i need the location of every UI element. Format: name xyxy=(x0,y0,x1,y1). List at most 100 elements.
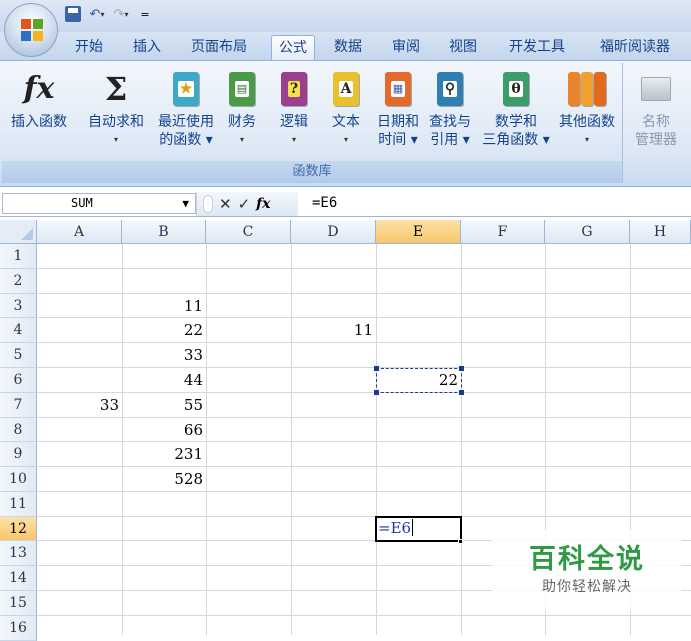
row-header-13[interactable]: 13 xyxy=(0,541,37,566)
lookup-reference-book-icon: ⚲ xyxy=(437,72,463,106)
text-button[interactable]: A 文本 ▾ xyxy=(326,65,366,149)
save-icon[interactable] xyxy=(64,5,82,23)
financial-button[interactable]: ▤ 财务 ▾ xyxy=(222,65,262,149)
function-library-group: fx 插入函数 Σ 自动求和 ▾ ★ 最近使用 的函数 ▾ ▤ 财务 ▾ ? 逻… xyxy=(2,63,623,183)
tab-insert[interactable]: 插入 xyxy=(128,35,166,60)
cell-b7[interactable]: 55 xyxy=(122,393,206,418)
cell-b4[interactable]: 22 xyxy=(122,318,206,343)
grid-line xyxy=(291,244,292,635)
reference-marquee xyxy=(376,368,462,393)
select-all-button[interactable] xyxy=(0,220,37,244)
logical-book-icon: ? xyxy=(281,72,307,106)
column-header-h[interactable]: H xyxy=(630,220,691,244)
tab-review[interactable]: 审阅 xyxy=(387,35,425,60)
row-header-15[interactable]: 15 xyxy=(0,591,37,616)
defined-names-group: 名称 管理器 xyxy=(625,63,691,183)
grid-line xyxy=(461,244,462,635)
tab-data[interactable]: 数据 xyxy=(329,35,367,60)
tab-home[interactable]: 开始 xyxy=(70,35,108,60)
cell-b5[interactable]: 33 xyxy=(122,343,206,368)
name-manager-icon xyxy=(641,77,671,101)
marquee-handle xyxy=(374,390,379,395)
cell-b8[interactable]: 66 xyxy=(122,418,206,442)
recently-used-button[interactable]: ★ 最近使用 的函数 ▾ xyxy=(150,65,222,149)
name-manager-button[interactable]: 名称 管理器 xyxy=(629,65,683,149)
tab-view[interactable]: 视图 xyxy=(444,35,482,60)
row-header-10[interactable]: 10 xyxy=(0,467,37,492)
active-cell-e12[interactable]: =E6 xyxy=(375,516,462,542)
row-header-7[interactable]: 7 xyxy=(0,393,37,418)
cell-b10[interactable]: 528 xyxy=(122,467,206,492)
tab-developer[interactable]: 开发工具 xyxy=(502,35,572,60)
row-header-12[interactable]: 12 xyxy=(0,517,37,541)
grid-line xyxy=(37,268,691,269)
tab-formulas[interactable]: 公式 xyxy=(271,35,315,60)
grid-line xyxy=(37,615,691,616)
customize-qat-icon[interactable]: = xyxy=(136,5,154,23)
cell-a7[interactable]: 33 xyxy=(37,393,122,418)
column-header-f[interactable]: F xyxy=(461,220,545,244)
math-trig-button[interactable]: θ 数学和 三角函数 ▾ xyxy=(476,65,556,149)
redo-icon[interactable]: ↷ ▾ xyxy=(112,5,130,23)
date-time-button[interactable]: ▦ 日期和 时间 ▾ xyxy=(372,65,424,149)
row-header-11[interactable]: 11 xyxy=(0,492,37,517)
column-header-b[interactable]: B xyxy=(122,220,206,244)
column-header-e[interactable]: E xyxy=(376,220,461,244)
sigma-icon: Σ xyxy=(104,70,128,108)
insert-function-button[interactable]: fx 插入函数 xyxy=(4,65,74,131)
resize-handle-icon[interactable]: · xyxy=(203,195,213,213)
grid-line xyxy=(376,244,377,635)
row-header-2[interactable]: 2 xyxy=(0,269,37,294)
fx-icon: fx xyxy=(23,71,55,106)
name-box-value: SUM xyxy=(71,196,93,210)
watermark: 百科全说 助你轻松解决 xyxy=(492,530,682,610)
enter-icon[interactable]: ✓ xyxy=(238,195,251,213)
office-logo-icon xyxy=(21,19,43,41)
cell-e12-formula: =E6 xyxy=(378,519,412,537)
watermark-subtitle: 助你轻松解决 xyxy=(542,579,632,595)
recent-functions-book-icon: ★ xyxy=(173,72,199,106)
row-header-16[interactable]: 16 xyxy=(0,616,37,641)
row-header-14[interactable]: 14 xyxy=(0,566,37,591)
formula-bar: SUM ▼ · ✕ ✓ fx =E6 xyxy=(0,191,691,217)
cell-d4[interactable]: 11 xyxy=(291,318,376,343)
column-header-c[interactable]: C xyxy=(206,220,291,244)
autosum-button[interactable]: Σ 自动求和 ▾ xyxy=(80,65,152,149)
row-header-3[interactable]: 3 xyxy=(0,294,37,318)
more-functions-button[interactable]: 其他函数 ▾ xyxy=(554,65,620,149)
grid-line xyxy=(206,244,207,635)
name-box[interactable]: SUM ▼ xyxy=(2,193,196,214)
column-header-a[interactable]: A xyxy=(37,220,122,244)
row-header-9[interactable]: 9 xyxy=(0,442,37,467)
insert-function-icon[interactable]: fx xyxy=(256,196,270,212)
financial-book-icon: ▤ xyxy=(229,72,255,106)
watermark-title: 百科全说 xyxy=(529,544,645,575)
row-header-5[interactable]: 5 xyxy=(0,343,37,368)
cell-b9[interactable]: 231 xyxy=(122,442,206,467)
column-header-g[interactable]: G xyxy=(545,220,630,244)
row-header-6[interactable]: 6 xyxy=(0,368,37,393)
lookup-reference-button[interactable]: ⚲ 查找与 引用 ▾ xyxy=(424,65,476,149)
ribbon: fx 插入函数 Σ 自动求和 ▾ ★ 最近使用 的函数 ▾ ▤ 财务 ▾ ? 逻… xyxy=(0,60,691,187)
row-header-8[interactable]: 8 xyxy=(0,418,37,442)
quick-access-toolbar: ↶ ▾ ↷ ▾ = xyxy=(64,5,154,23)
marquee-handle xyxy=(374,366,379,371)
text-cursor xyxy=(412,519,414,536)
marquee-handle xyxy=(459,366,464,371)
formula-input[interactable]: =E6 xyxy=(304,193,690,214)
tab-page-layout[interactable]: 页面布局 xyxy=(184,35,254,60)
fill-handle[interactable] xyxy=(458,539,463,544)
tab-foxit-reader[interactable]: 福昕阅读器 xyxy=(590,35,680,60)
cancel-icon[interactable]: ✕ xyxy=(219,195,232,213)
row-header-1[interactable]: 1 xyxy=(0,244,37,269)
more-functions-book-icon xyxy=(568,72,606,106)
row-header-4[interactable]: 4 xyxy=(0,318,37,343)
cell-b6[interactable]: 44 xyxy=(122,368,206,393)
grid-line xyxy=(37,516,691,517)
logical-button[interactable]: ? 逻辑 ▾ xyxy=(274,65,314,149)
name-box-dropdown-icon[interactable]: ▼ xyxy=(182,194,189,213)
column-header-d[interactable]: D xyxy=(291,220,376,244)
cell-b3[interactable]: 11 xyxy=(122,294,206,318)
office-button[interactable] xyxy=(4,3,58,57)
undo-icon[interactable]: ↶ ▾ xyxy=(88,5,106,23)
